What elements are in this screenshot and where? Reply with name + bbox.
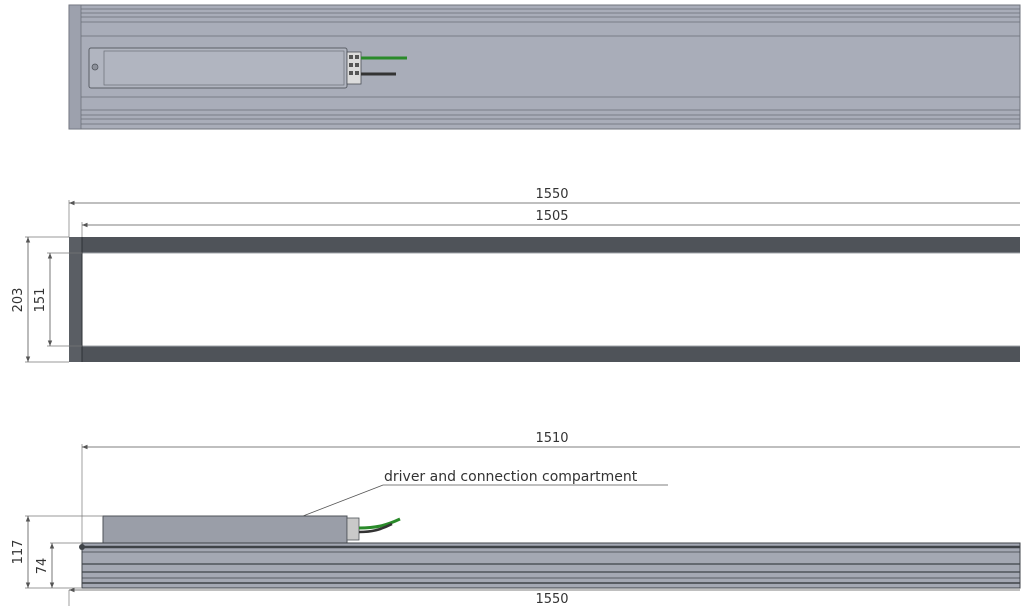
side-view: 1510 driver and connection compartment 1… bbox=[11, 431, 1021, 606]
dim-inner-width: 151 bbox=[33, 288, 48, 313]
top-view: 1550 1505 203 151 bbox=[11, 187, 1020, 363]
frame-end-cap bbox=[69, 237, 82, 362]
bottom-view-driver-box bbox=[88, 47, 348, 89]
compartment-label: driver and connection compartment bbox=[384, 469, 638, 485]
side-connector bbox=[346, 517, 360, 541]
frame-bottom-bar bbox=[82, 346, 1020, 362]
screw-icon bbox=[91, 63, 99, 71]
dim-side-total-height: 117 bbox=[11, 540, 26, 565]
dim-side-profile-height: 74 bbox=[35, 558, 50, 575]
dim-bottom-length: 1550 bbox=[535, 592, 568, 606]
dim-overall-width: 203 bbox=[11, 288, 26, 313]
dim-top-inner-length: 1505 bbox=[535, 209, 568, 224]
frame-top-bar bbox=[82, 237, 1020, 253]
dim-side-length: 1510 bbox=[535, 431, 568, 446]
bottom-view-end-cap bbox=[68, 4, 82, 130]
dim-top-overall-length: 1550 bbox=[535, 187, 568, 202]
leader-line bbox=[302, 484, 668, 517]
side-profile bbox=[81, 542, 1021, 589]
technical-drawing: 1550 1505 203 151 1510 driver and connec… bbox=[11, 4, 1021, 606]
side-driver-box bbox=[102, 515, 348, 544]
side-green-cable bbox=[358, 517, 401, 530]
side-end-nub bbox=[79, 544, 85, 550]
bottom-view bbox=[68, 4, 1021, 130]
